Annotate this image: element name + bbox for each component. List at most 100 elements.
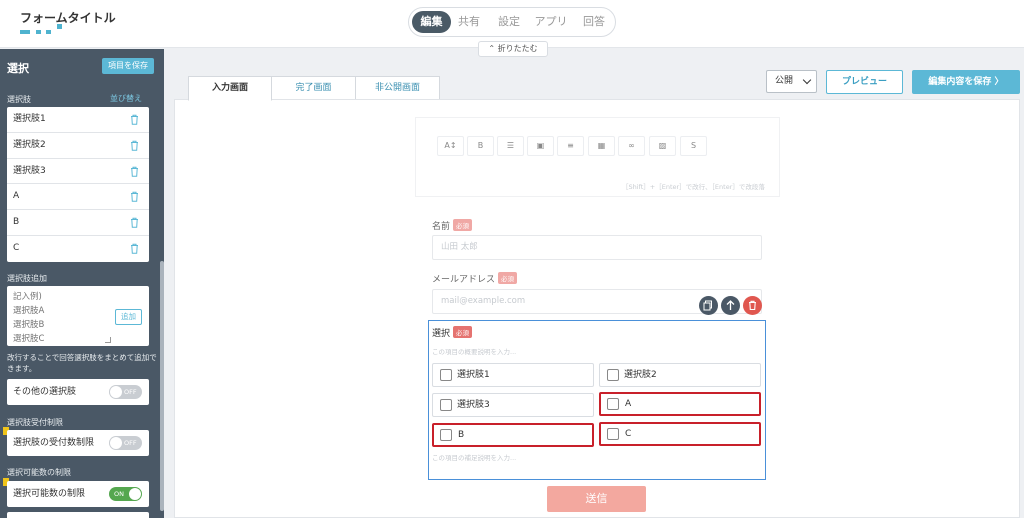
other-option-card: その他の選択肢 OFF: [7, 379, 149, 405]
count-toggle[interactable]: ON: [109, 487, 142, 501]
add-button[interactable]: 追加: [115, 309, 142, 325]
option-row[interactable]: 選択肢3: [7, 159, 149, 185]
toggle-knob: [110, 386, 122, 398]
tab-input-screen[interactable]: 入力画面: [188, 76, 272, 101]
checkbox[interactable]: [440, 429, 452, 441]
trash-icon: [749, 300, 756, 311]
choice-label: A: [625, 399, 632, 409]
align-icon[interactable]: ≡: [557, 136, 584, 156]
toggle-knob: [110, 437, 122, 449]
copy-icon: [703, 300, 712, 311]
toggle-knob: [129, 488, 141, 500]
choice-option[interactable]: B: [432, 423, 594, 447]
chevron-down-icon: [802, 75, 812, 85]
choice-label: 選択肢1: [457, 370, 490, 380]
tab-apps[interactable]: アプリ: [531, 11, 571, 33]
sidebar-scrollbar[interactable]: [160, 261, 164, 511]
tab-edit[interactable]: 編集: [412, 11, 451, 33]
text-color-icon[interactable]: ▣: [527, 136, 554, 156]
move-up-button[interactable]: [721, 296, 740, 315]
visibility-select[interactable]: 公開: [766, 70, 817, 93]
name-input[interactable]: 山田 太郎: [432, 235, 762, 260]
option-label: 選択肢3: [13, 165, 46, 176]
select-description-input[interactable]: この項目の概要説明を入力...: [432, 346, 516, 356]
table-icon[interactable]: ▦: [588, 136, 615, 156]
option-row[interactable]: A: [7, 184, 149, 211]
visibility-value: 公開: [775, 76, 794, 86]
font-size-icon[interactable]: A↕: [437, 136, 464, 156]
select-field-label: 選択 必須: [432, 326, 473, 339]
checkbox[interactable]: [607, 398, 619, 410]
form-title[interactable]: フォームタイトル: [20, 9, 116, 26]
resize-grip-icon[interactable]: [105, 337, 111, 343]
sort-link[interactable]: 並び替え: [110, 93, 142, 104]
trash-icon[interactable]: [130, 140, 139, 151]
checkbox[interactable]: [440, 399, 452, 411]
count-card: 選択可能数の制限 ON: [7, 481, 149, 507]
limit-toggle[interactable]: OFF: [109, 436, 142, 450]
trash-icon[interactable]: [130, 191, 139, 203]
tab-share[interactable]: 共有: [453, 11, 485, 33]
choice-option[interactable]: 選択肢1: [432, 363, 594, 387]
email-field-label: メールアドレス 必須: [432, 272, 518, 285]
trash-icon[interactable]: [130, 114, 139, 125]
count-section-label: 選択可能数の制限: [7, 468, 71, 477]
image-icon[interactable]: ▨: [649, 136, 676, 156]
tab-responses[interactable]: 回答: [577, 11, 611, 33]
list-icon[interactable]: ☰: [497, 136, 524, 156]
limit-label: 選択肢の受付数制限: [13, 438, 95, 448]
tab-settings[interactable]: 設定: [493, 11, 525, 33]
bold-icon[interactable]: B: [467, 136, 494, 156]
trash-icon[interactable]: [130, 166, 139, 177]
option-list: 選択肢1 選択肢2 選択肢3 A B C: [7, 107, 149, 262]
checkbox[interactable]: [440, 369, 452, 381]
strikethrough-icon[interactable]: S: [680, 136, 707, 156]
other-option-toggle[interactable]: OFF: [109, 385, 142, 399]
option-label: B: [13, 217, 20, 228]
required-badge: 必須: [498, 272, 518, 284]
choice-option[interactable]: A: [599, 392, 761, 416]
collapse-button[interactable]: ⌃ 折りたたむ: [478, 41, 548, 57]
choice-label: B: [458, 430, 465, 440]
trash-icon[interactable]: [130, 217, 139, 228]
tab-complete-screen[interactable]: 完了画面: [271, 76, 356, 100]
save-item-button[interactable]: 項目を保存: [102, 58, 154, 74]
other-option-label: その他の選択肢: [13, 387, 77, 397]
select-footer-input[interactable]: この項目の補足説明を入力...: [432, 452, 516, 462]
trash-icon[interactable]: [130, 243, 139, 254]
toggle-state: OFF: [124, 439, 137, 447]
choice-option[interactable]: C: [599, 422, 761, 446]
checkbox[interactable]: [607, 369, 619, 381]
option-label: 選択肢1: [13, 114, 46, 124]
toggle-state: OFF: [124, 388, 137, 396]
add-options-textarea[interactable]: [13, 290, 113, 342]
sidebar: 選択 項目を保存 選択肢 並び替え 選択肢1 選択肢2 選択肢3 A B C 選…: [0, 49, 164, 518]
name-field-label: 名前 必須: [432, 219, 473, 232]
option-row[interactable]: 選択肢1: [7, 107, 149, 133]
limit-card: 選択肢の受付数制限 OFF: [7, 430, 149, 456]
chevron-up-icon: ⌃: [488, 44, 496, 53]
add-section-label: 選択肢追加: [7, 274, 47, 283]
link-icon[interactable]: ∞: [618, 136, 645, 156]
options-section-label: 選択肢: [7, 95, 31, 104]
required-badge: 必須: [453, 326, 473, 338]
option-row[interactable]: B: [7, 210, 149, 236]
name-label-text: 名前: [432, 222, 451, 232]
submit-button[interactable]: 送信: [547, 486, 646, 512]
limit-section-label: 選択肢受付制限: [7, 418, 63, 427]
select-label-text: 選択: [432, 329, 451, 339]
option-row[interactable]: C: [7, 236, 149, 262]
checkbox[interactable]: [607, 428, 619, 440]
choice-option[interactable]: 選択肢3: [432, 393, 594, 417]
copy-field-button[interactable]: [699, 296, 718, 315]
choice-label: C: [625, 429, 632, 439]
option-row[interactable]: 選択肢2: [7, 133, 149, 159]
preview-button[interactable]: プレビュー: [826, 70, 903, 94]
choice-label: 選択肢2: [624, 370, 657, 380]
required-badge: 必須: [453, 219, 473, 231]
delete-field-button[interactable]: [743, 296, 762, 315]
email-label-text: メールアドレス: [432, 275, 496, 285]
choice-option[interactable]: 選択肢2: [599, 363, 761, 387]
save-changes-button[interactable]: 編集内容を保存 〉: [912, 70, 1020, 94]
tab-private-screen[interactable]: 非公開画面: [355, 76, 440, 100]
